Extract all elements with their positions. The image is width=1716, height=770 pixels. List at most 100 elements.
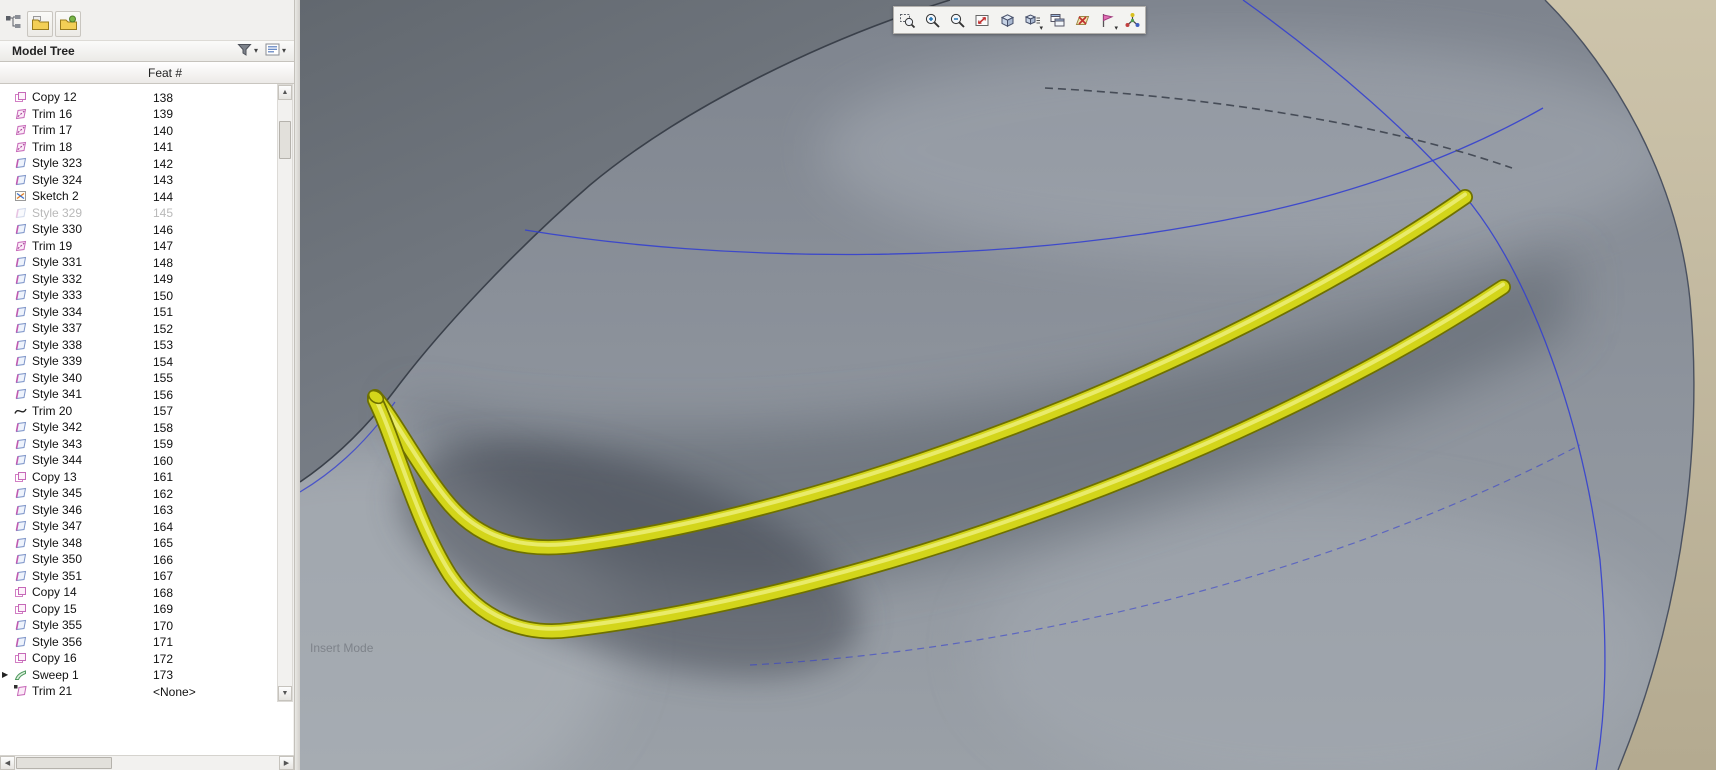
scroll-left-icon: ◀ (4, 760, 11, 767)
tree-item-feat: 172 (153, 651, 174, 666)
tree-item[interactable]: Trim 19 147 (0, 238, 277, 255)
tree-item[interactable]: Style 351 167 (0, 568, 277, 585)
tree-item[interactable]: Style 350 166 (0, 551, 277, 568)
tree-item[interactable]: Style 323 142 (0, 155, 277, 172)
tree-item[interactable]: Style 338 153 (0, 337, 277, 354)
zoom-window-button[interactable] (895, 8, 919, 32)
tree-item[interactable]: Style 333 150 (0, 287, 277, 304)
tree-item[interactable]: Style 344 160 (0, 452, 277, 469)
tree-item[interactable]: Style 343 159 (0, 436, 277, 453)
scroll-down-button[interactable]: ▼ (278, 686, 292, 701)
model-scene[interactable] (300, 0, 1716, 770)
tree-item[interactable]: Style 348 165 (0, 535, 277, 552)
tree-item-label: Trim 18 (32, 139, 73, 154)
tree-horizontal-scrollbar[interactable]: ◀ ▶ (0, 755, 294, 770)
tree-item[interactable]: Style 341 156 (0, 386, 277, 403)
spin-center-button[interactable] (1120, 8, 1144, 32)
tree-item-feat: 155 (153, 371, 174, 385)
tree-item[interactable]: Copy 12 138 (0, 89, 277, 106)
folder-browser-button[interactable] (27, 11, 53, 37)
style-feature-icon (14, 223, 29, 235)
style-feature-icon (14, 388, 29, 400)
tree-item[interactable]: Trim 16 139 (0, 106, 277, 123)
tree-item-label: Style 350 (32, 552, 83, 567)
tree-item[interactable]: Copy 14 168 (0, 584, 277, 601)
tree-item-label: Copy 14 (32, 585, 77, 600)
tree-item[interactable]: Style 355 170 (0, 617, 277, 634)
tree-item-feat: 165 (153, 536, 174, 550)
datum-display-button[interactable] (1070, 8, 1094, 32)
model-tree-list: Copy 12 138 Trim 16 139 Trim 17 140 Trim 18 141… (0, 84, 277, 702)
tree-item[interactable]: Style 330 146 (0, 221, 277, 238)
tree-structure-icon[interactable] (4, 13, 22, 31)
tree-settings-icon (265, 43, 280, 59)
tree-item-label: Style 339 (32, 354, 83, 369)
scroll-up-button[interactable]: ▲ (278, 85, 292, 100)
tree-item[interactable]: Style 342 158 (0, 419, 277, 436)
tree-item-feat: 146 (153, 222, 174, 237)
style-feature-icon (14, 207, 29, 219)
display-style-button[interactable] (995, 8, 1019, 32)
style-feature-icon (14, 289, 29, 301)
style-feature-icon (14, 487, 29, 499)
tree-item[interactable]: Style 332 149 (0, 271, 277, 288)
tree-item[interactable]: Style 331 148 (0, 254, 277, 271)
scroll-left-button[interactable]: ◀ (0, 756, 15, 770)
annotation-display-button[interactable]: ▾ (1095, 8, 1119, 32)
style-feature-icon (14, 454, 29, 466)
tree-item[interactable]: Sketch 2 144 (0, 188, 277, 205)
tree-item-label: Trim 16 (32, 106, 73, 121)
tree-vertical-scrollbar[interactable]: ▲ ▼ (277, 84, 293, 702)
refit-button[interactable] (970, 8, 994, 32)
tree-item[interactable]: Style 340 155 (0, 370, 277, 387)
tree-item[interactable]: Style 337 152 (0, 320, 277, 337)
tree-item-label: Style 340 (32, 370, 83, 385)
horizontal-scroll-thumb[interactable] (16, 757, 112, 769)
named-views-button[interactable]: ▾ (1020, 8, 1044, 32)
named-views-icon (1024, 12, 1041, 29)
scroll-down-icon: ▼ (281, 690, 289, 697)
expand-caret-icon[interactable]: ▶ (0, 670, 14, 679)
trim-feature-icon (14, 124, 29, 136)
tree-item[interactable]: Style 347 164 (0, 518, 277, 535)
style-feature-icon (14, 355, 29, 367)
tree-item-label: Trim 17 (32, 123, 73, 138)
copy-feature-icon (14, 471, 29, 483)
tree-item[interactable]: Trim 20 157 (0, 403, 277, 420)
tree-item[interactable]: Style 356 171 (0, 634, 277, 651)
tree-item[interactable]: Style 346 163 (0, 502, 277, 519)
tree-item-feat: 147 (153, 239, 174, 253)
tree-item[interactable]: ▶ Sweep 1 173 (0, 667, 277, 684)
vertical-scroll-thumb[interactable] (279, 121, 291, 159)
tree-item[interactable]: Trim 18 141 (0, 139, 277, 156)
tree-item[interactable]: Style 339 154 (0, 353, 277, 370)
zoom-out-button[interactable] (945, 8, 969, 32)
tree-item[interactable]: Trim 21 <None> (0, 683, 277, 700)
tree-item[interactable]: Style 329 145 (0, 205, 277, 222)
tree-item-label: Style 337 (32, 321, 83, 336)
zoom-in-button[interactable] (920, 8, 944, 32)
tree-item[interactable]: Trim 17 140 (0, 122, 277, 139)
style-feature-icon (14, 438, 29, 450)
tree-item-feat: 152 (153, 321, 174, 336)
tree-item-label: Style 356 (32, 634, 83, 649)
tree-item-feat: 167 (153, 569, 174, 583)
tree-item-feat: 159 (153, 437, 174, 451)
tree-item[interactable]: Style 334 151 (0, 304, 277, 321)
filter-funnel-button[interactable]: ▾ (235, 42, 260, 60)
style-feature-icon (14, 537, 29, 549)
tree-settings-button[interactable]: ▾ (263, 42, 288, 60)
tree-item-feat: 157 (153, 404, 174, 418)
tree-item[interactable]: Copy 13 161 (0, 469, 277, 486)
tree-item[interactable]: Style 345 162 (0, 485, 277, 502)
feat-column-header: Feat # (0, 62, 294, 84)
tree-item-label: Style 348 (32, 535, 83, 550)
view-manager-button[interactable] (1045, 8, 1069, 32)
3d-viewport[interactable]: ▾ ▾ Insert Mode (300, 0, 1716, 770)
tree-item[interactable]: Style 324 143 (0, 172, 277, 189)
favorites-button[interactable] (55, 11, 81, 37)
scroll-right-button[interactable]: ▶ (279, 756, 294, 770)
tree-item[interactable]: Copy 16 172 (0, 650, 277, 667)
tree-item[interactable]: Copy 15 169 (0, 601, 277, 618)
dropdown-caret-icon: ▾ (1039, 25, 1043, 32)
